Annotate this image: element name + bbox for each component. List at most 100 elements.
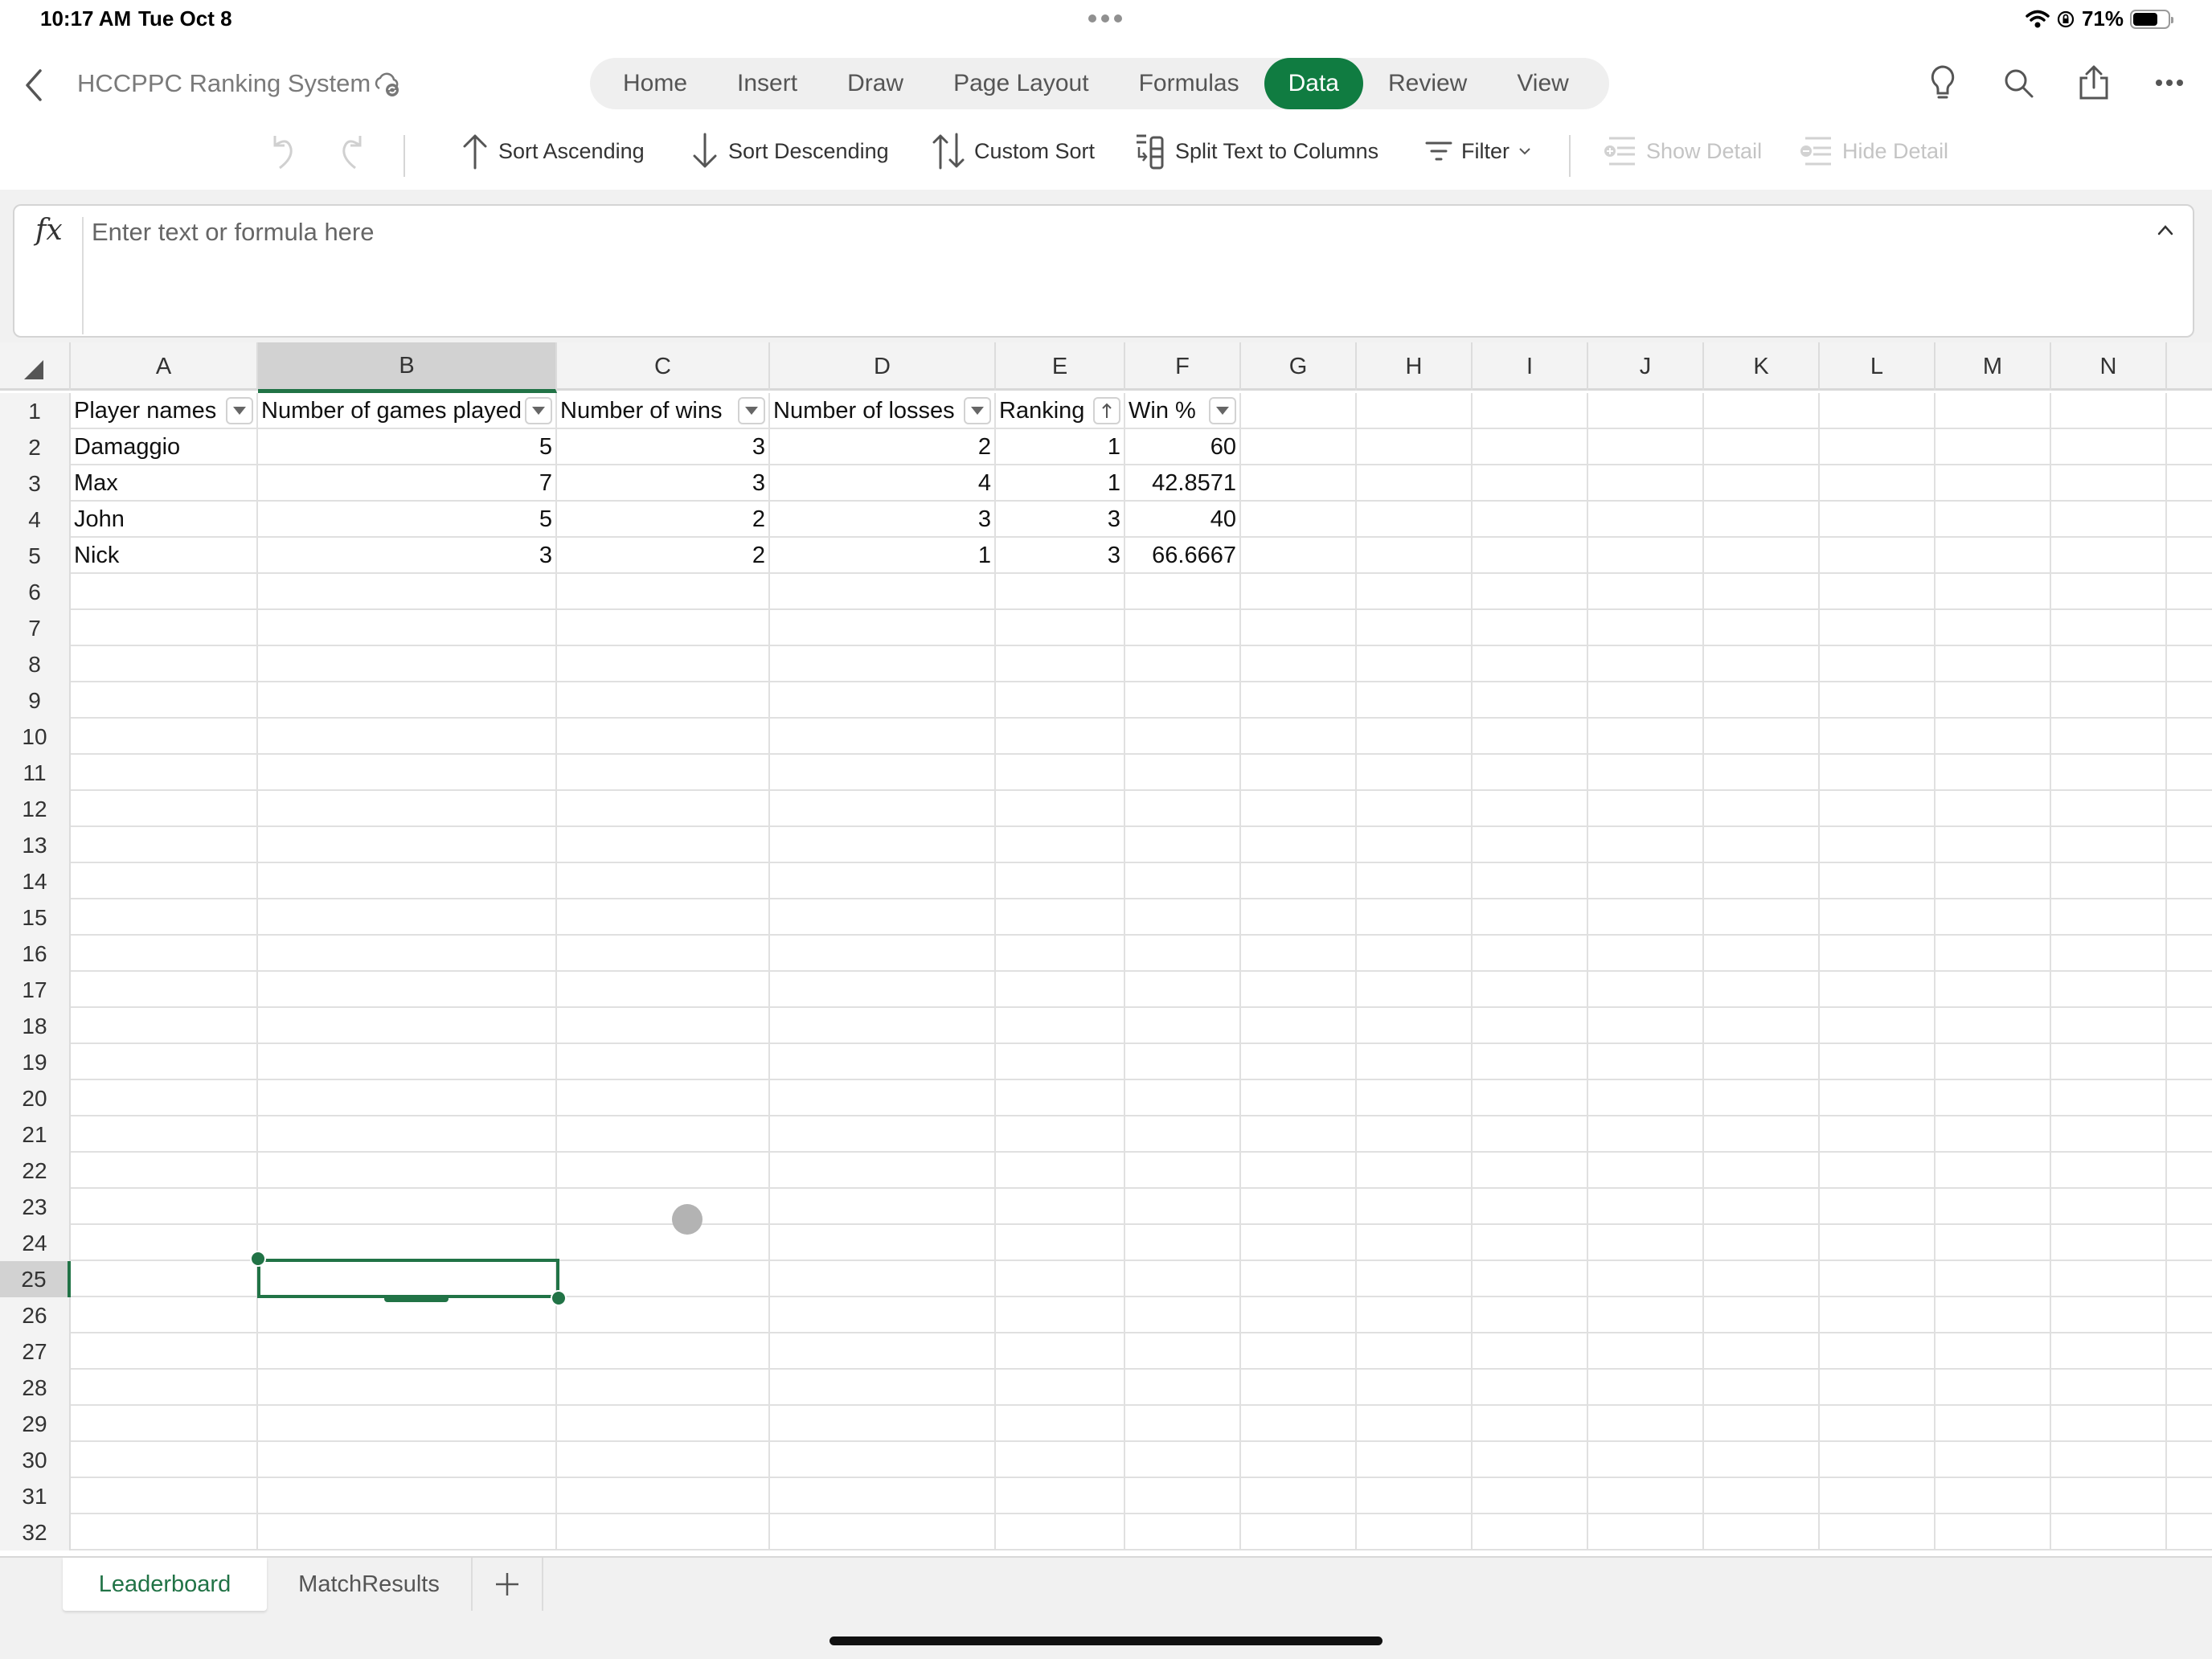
formula-input[interactable] <box>92 212 2101 252</box>
cell-c1[interactable]: Number of wins <box>557 393 770 429</box>
cell-j10[interactable] <box>1588 719 1704 755</box>
cell-e15[interactable] <box>996 899 1125 936</box>
cell-m26[interactable] <box>1936 1297 2051 1333</box>
cell-j1[interactable] <box>1588 393 1704 429</box>
cell-b31[interactable] <box>258 1478 557 1514</box>
row-header[interactable]: 16 <box>0 936 71 972</box>
row-header[interactable]: 28 <box>0 1370 71 1406</box>
cell-a22[interactable] <box>71 1153 258 1189</box>
cell-k10[interactable] <box>1704 719 1820 755</box>
cell-l19[interactable] <box>1820 1044 1936 1080</box>
cell-g16[interactable] <box>1241 936 1357 972</box>
cell-l13[interactable] <box>1820 827 1936 863</box>
cell-g12[interactable] <box>1241 791 1357 827</box>
row-header[interactable]: 21 <box>0 1116 71 1153</box>
cell-f14[interactable] <box>1125 863 1241 899</box>
cell-m32[interactable] <box>1936 1514 2051 1550</box>
cell-k32[interactable] <box>1704 1514 1820 1550</box>
cell-m17[interactable] <box>1936 972 2051 1008</box>
cell-k3[interactable] <box>1704 465 1820 502</box>
cell-c11[interactable] <box>557 755 770 791</box>
row-header[interactable]: 2 <box>0 429 71 465</box>
cell-i12[interactable] <box>1473 791 1588 827</box>
cell-n6[interactable] <box>2051 574 2167 610</box>
cell-f6[interactable] <box>1125 574 1241 610</box>
cell-l12[interactable] <box>1820 791 1936 827</box>
cell-j13[interactable] <box>1588 827 1704 863</box>
cell-a21[interactable] <box>71 1116 258 1153</box>
cell-c3[interactable]: 3 <box>557 465 770 502</box>
cell-g31[interactable] <box>1241 1478 1357 1514</box>
cell-l6[interactable] <box>1820 574 1936 610</box>
cell-j11[interactable] <box>1588 755 1704 791</box>
cell-f2[interactable]: 60 <box>1125 429 1241 465</box>
cell-j4[interactable] <box>1588 502 1704 538</box>
cell-l7[interactable] <box>1820 610 1936 646</box>
cell-a16[interactable] <box>71 936 258 972</box>
cell-k4[interactable] <box>1704 502 1820 538</box>
cell-m4[interactable] <box>1936 502 2051 538</box>
cell-n14[interactable] <box>2051 863 2167 899</box>
cell-m3[interactable] <box>1936 465 2051 502</box>
cell-l10[interactable] <box>1820 719 1936 755</box>
cell-j16[interactable] <box>1588 936 1704 972</box>
selection-handle-end[interactable] <box>551 1290 567 1306</box>
cell-f1[interactable]: Win % <box>1125 393 1241 429</box>
cell-n27[interactable] <box>2051 1333 2167 1370</box>
cell-b15[interactable] <box>258 899 557 936</box>
cell-m29[interactable] <box>1936 1406 2051 1442</box>
cell-h9[interactable] <box>1357 682 1473 719</box>
row-header[interactable]: 9 <box>0 682 71 719</box>
cell-d19[interactable] <box>770 1044 996 1080</box>
custom-sort-button[interactable]: Custom Sort <box>931 132 1095 170</box>
cell-a5[interactable]: Nick <box>71 538 258 574</box>
cell-k18[interactable] <box>1704 1008 1820 1044</box>
cell-a3[interactable]: Max <box>71 465 258 502</box>
cell-n21[interactable] <box>2051 1116 2167 1153</box>
cell-b21[interactable] <box>258 1116 557 1153</box>
cell-l22[interactable] <box>1820 1153 1936 1189</box>
row-header[interactable]: 26 <box>0 1297 71 1333</box>
cell-b5[interactable]: 3 <box>258 538 557 574</box>
cell-j32[interactable] <box>1588 1514 1704 1550</box>
tab-insert[interactable]: Insert <box>712 58 822 109</box>
cell-b2[interactable]: 5 <box>258 429 557 465</box>
cell-a29[interactable] <box>71 1406 258 1442</box>
cell-i26[interactable] <box>1473 1297 1588 1333</box>
cell-i1[interactable] <box>1473 393 1588 429</box>
cell-f26[interactable] <box>1125 1297 1241 1333</box>
spreadsheet-grid[interactable]: ABCDEFGHIJKLMN 1 Player names Number of ga… <box>0 342 2212 1556</box>
cell-n31[interactable] <box>2051 1478 2167 1514</box>
cell-b30[interactable] <box>258 1442 557 1478</box>
cell-d26[interactable] <box>770 1297 996 1333</box>
cell-a13[interactable] <box>71 827 258 863</box>
cell-e27[interactable] <box>996 1333 1125 1370</box>
cell-f30[interactable] <box>1125 1442 1241 1478</box>
cell-b28[interactable] <box>258 1370 557 1406</box>
cell-d4[interactable]: 3 <box>770 502 996 538</box>
cell-b14[interactable] <box>258 863 557 899</box>
cell-l18[interactable] <box>1820 1008 1936 1044</box>
row-header[interactable]: 20 <box>0 1080 71 1116</box>
cell-a32[interactable] <box>71 1514 258 1550</box>
cell-g17[interactable] <box>1241 972 1357 1008</box>
cell-f28[interactable] <box>1125 1370 1241 1406</box>
cell-c24[interactable] <box>557 1225 770 1261</box>
cell-n16[interactable] <box>2051 936 2167 972</box>
cell-d17[interactable] <box>770 972 996 1008</box>
cell-i2[interactable] <box>1473 429 1588 465</box>
cell-g29[interactable] <box>1241 1406 1357 1442</box>
cell-l29[interactable] <box>1820 1406 1936 1442</box>
cell-c25[interactable] <box>557 1261 770 1297</box>
column-header-l[interactable]: L <box>1820 342 1936 391</box>
cell-g9[interactable] <box>1241 682 1357 719</box>
cell-l9[interactable] <box>1820 682 1936 719</box>
row-header[interactable]: 32 <box>0 1514 71 1550</box>
cell-g32[interactable] <box>1241 1514 1357 1550</box>
cell-i32[interactable] <box>1473 1514 1588 1550</box>
cell-i24[interactable] <box>1473 1225 1588 1261</box>
cell-i6[interactable] <box>1473 574 1588 610</box>
undo-button[interactable] <box>265 132 297 170</box>
cell-e2[interactable]: 1 <box>996 429 1125 465</box>
cell-c12[interactable] <box>557 791 770 827</box>
